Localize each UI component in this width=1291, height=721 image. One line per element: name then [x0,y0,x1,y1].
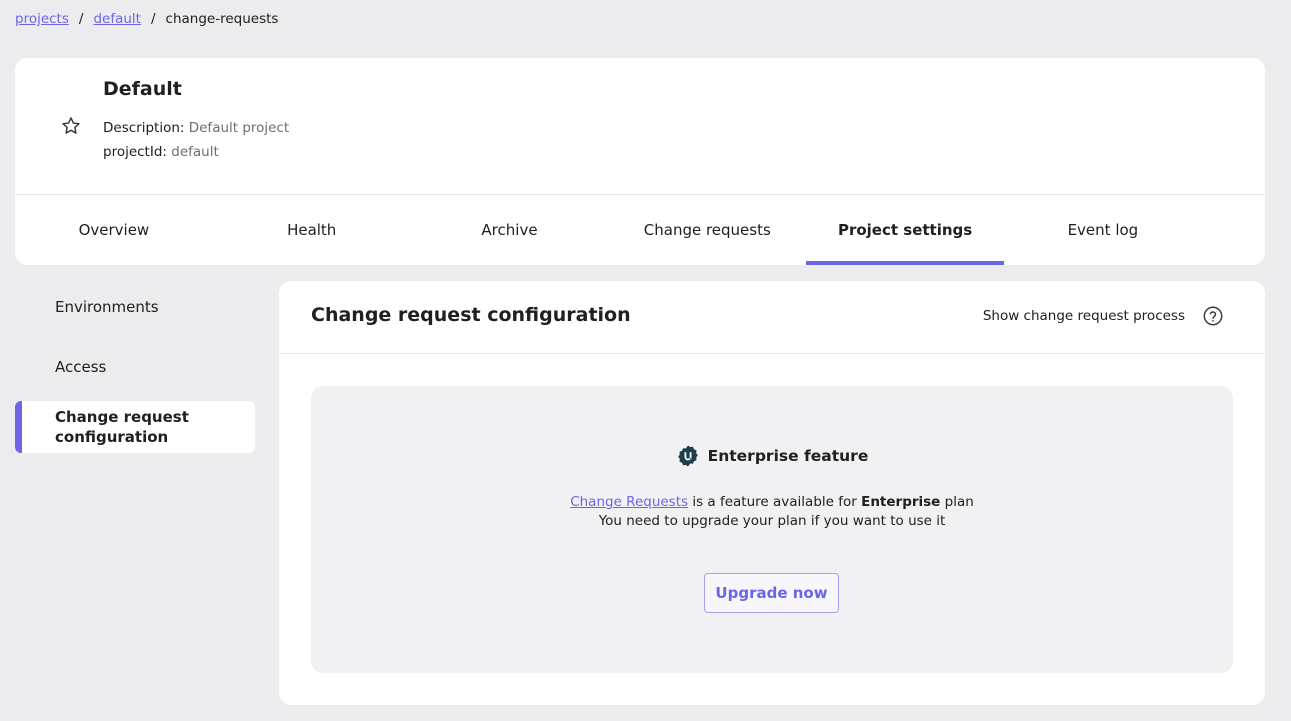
breadcrumb-separator: / [150,11,156,27]
unleash-logo-icon [676,444,700,468]
breadcrumb-link-default[interactable]: default [93,11,141,27]
star-icon[interactable] [60,115,82,137]
tab-change-requests[interactable]: Change requests [608,195,806,265]
enterprise-title: Enterprise feature [311,444,1233,468]
description-value: Default project [188,120,290,136]
show-process-link[interactable]: Show change request process [983,308,1185,324]
enterprise-title-text: Enterprise feature [707,447,869,465]
tab-event-log[interactable]: Event log [1004,195,1202,265]
settings-nav-item-label: Change request configuration [55,408,189,446]
project-header-card: Default Description: Default project pro… [15,58,1265,265]
help-circle-icon[interactable] [1202,305,1224,327]
tab-project-settings[interactable]: Project settings [806,195,1004,265]
project-info: Default Description: Default project pro… [15,58,1265,194]
settings-nav-item-change-request-configuration[interactable]: Change request configuration [15,401,255,453]
settings-nav: Environments Access Change request confi… [15,281,255,453]
panel-header: Change request configuration Show change… [279,281,1265,354]
upgrade-now-button[interactable]: Upgrade now [704,573,839,613]
breadcrumb: projects / default / change-requests [15,11,278,27]
enterprise-description: Change Requests is a feature available f… [311,494,1233,510]
project-id-label: projectId: [103,144,167,160]
breadcrumb-separator: / [78,11,84,27]
enterprise-upgrade-note: You need to upgrade your plan if you wan… [598,513,946,529]
breadcrumb-current: change-requests [165,11,279,27]
project-title: Default [103,78,182,100]
project-tabs: Overview Health Archive Change requests … [15,194,1265,265]
enterprise-feature-box: Enterprise feature Change Requests is a … [311,386,1233,673]
tab-overview[interactable]: Overview [15,195,213,265]
change-request-config-panel: Change request configuration Show change… [279,281,1265,705]
change-requests-link[interactable]: Change Requests [570,494,688,510]
enterprise-desc-end: plan [940,494,974,510]
settings-nav-item-environments[interactable]: Environments [15,281,255,333]
description-label: Description: [103,120,185,136]
project-id-value: default [171,144,219,160]
tab-archive[interactable]: Archive [411,195,609,265]
project-id: projectId: default [103,144,219,160]
enterprise-plan-name: Enterprise [861,494,941,510]
breadcrumb-link-projects[interactable]: projects [15,11,69,27]
settings-nav-item-access[interactable]: Access [15,337,255,397]
tab-health[interactable]: Health [213,195,411,265]
enterprise-desc-middle: is a feature available for [688,494,862,510]
project-description: Description: Default project [103,120,289,136]
panel-title: Change request configuration [311,304,631,326]
